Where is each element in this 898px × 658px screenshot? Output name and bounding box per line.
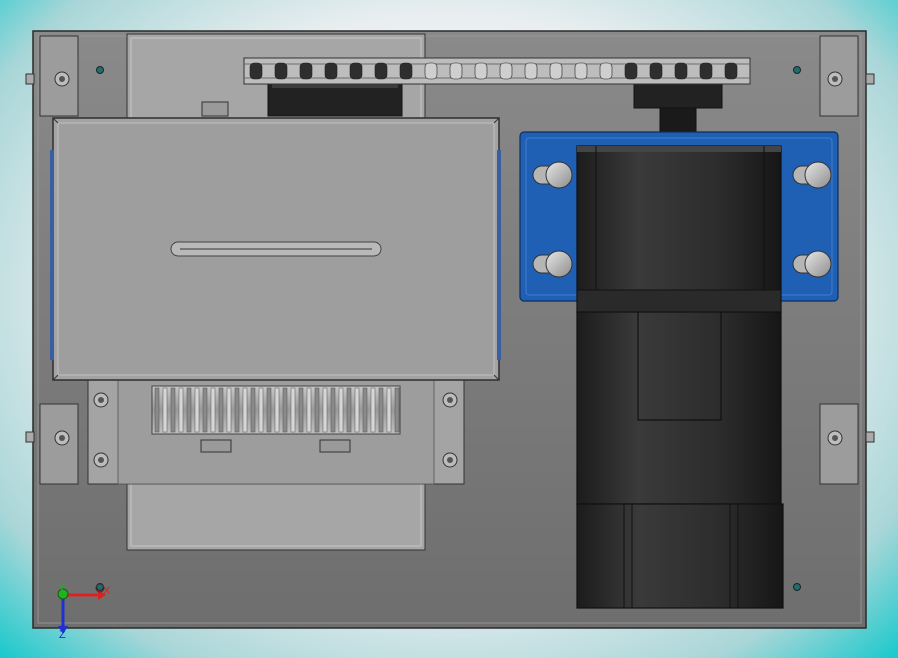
axis-z-label: Z bbox=[59, 629, 66, 641]
mount-hole bbox=[793, 66, 801, 74]
mount-hole bbox=[793, 583, 801, 591]
axis-x-label: X bbox=[103, 585, 111, 597]
mount-hole bbox=[96, 66, 104, 74]
roller-chain[interactable] bbox=[243, 57, 751, 85]
gear-motor[interactable] bbox=[576, 145, 784, 609]
spur-gear-train[interactable] bbox=[151, 385, 401, 435]
cad-viewport[interactable]: X Y Z bbox=[0, 0, 898, 658]
housing-slot bbox=[170, 241, 382, 257]
housing-top-nut bbox=[201, 101, 229, 117]
axis-y-label: Y bbox=[58, 582, 66, 594]
